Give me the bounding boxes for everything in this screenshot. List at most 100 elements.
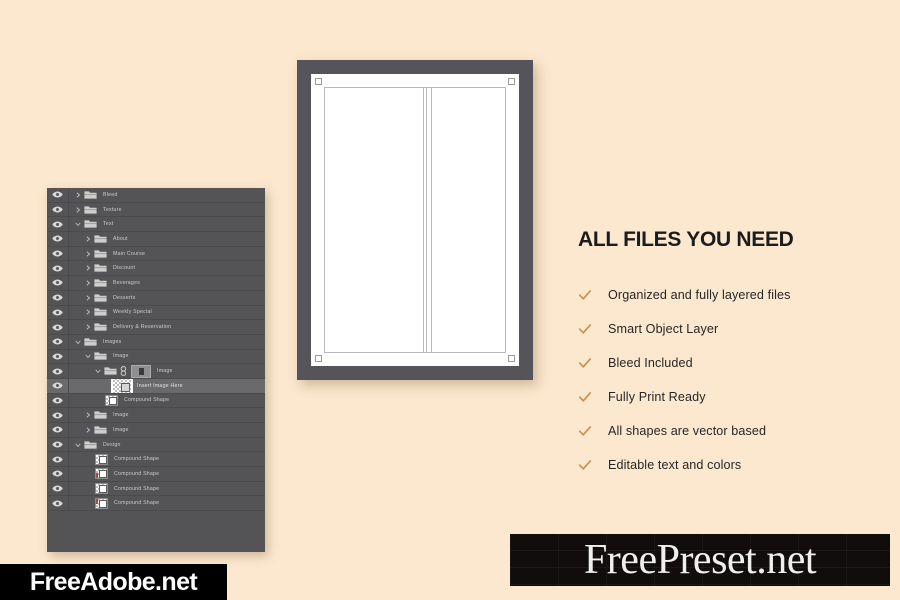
layer-row-body[interactable]: Main Course <box>69 247 265 261</box>
layer-row[interactable]: Image <box>47 423 265 438</box>
eye-icon[interactable] <box>52 235 63 242</box>
layer-row[interactable]: Image <box>47 408 265 423</box>
layer-row[interactable]: Bleed <box>47 188 265 203</box>
chevron-down-icon[interactable] <box>83 350 92 364</box>
eye-icon[interactable] <box>52 456 63 463</box>
eye-icon[interactable] <box>52 250 63 257</box>
layer-row[interactable]: Discount <box>47 261 265 277</box>
chevron-right-icon[interactable] <box>83 408 92 422</box>
layer-row-body[interactable]: Compound Shape <box>69 394 265 408</box>
layer-visibility-toggle[interactable] <box>47 261 69 276</box>
layer-row-body[interactable]: Image <box>69 408 265 422</box>
chevron-down-icon[interactable] <box>73 438 82 452</box>
layer-visibility-toggle[interactable] <box>47 217 69 232</box>
layer-row[interactable]: Delivery & Reservation <box>47 320 265 335</box>
eye-icon[interactable] <box>52 368 63 375</box>
eye-icon[interactable] <box>52 309 63 316</box>
layer-visibility-toggle[interactable] <box>47 188 69 202</box>
layer-row[interactable]: Compound Shape <box>47 393 265 409</box>
layer-visibility-toggle[interactable] <box>47 334 69 349</box>
layer-row[interactable]: Compound Shape <box>47 496 265 512</box>
layer-row-body[interactable]: Compound Shape <box>69 467 265 481</box>
layer-thumbnail-icon[interactable] <box>95 453 108 465</box>
layer-row[interactable]: Texture <box>47 202 265 218</box>
layer-row-body[interactable]: Text <box>69 217 265 231</box>
layer-visibility-toggle[interactable] <box>47 276 69 290</box>
chevron-right-icon[interactable] <box>83 291 92 305</box>
document-canvas-preview[interactable] <box>297 60 533 380</box>
layer-row-body[interactable]: Delivery & Reservation <box>69 320 265 334</box>
layer-row-body[interactable]: Compound Shape <box>69 482 265 496</box>
layer-visibility-toggle[interactable] <box>47 202 69 217</box>
chevron-right-icon[interactable] <box>83 306 92 320</box>
layer-visibility-toggle[interactable] <box>47 364 69 378</box>
eye-icon[interactable] <box>52 470 63 477</box>
layer-mask-thumbnail-icon[interactable] <box>131 364 151 378</box>
layer-row-body[interactable]: Image <box>69 364 265 378</box>
eye-icon[interactable] <box>52 294 63 301</box>
layer-thumbnail-icon[interactable] <box>95 497 108 509</box>
eye-icon[interactable] <box>52 338 63 345</box>
layer-row[interactable]: Image <box>47 349 265 365</box>
layer-visibility-toggle[interactable] <box>47 378 69 393</box>
eye-icon[interactable] <box>52 397 63 404</box>
layer-row[interactable]: Desserts <box>47 290 265 306</box>
layer-visibility-toggle[interactable] <box>47 423 69 437</box>
eye-icon[interactable] <box>52 441 63 448</box>
eye-icon[interactable] <box>52 324 63 331</box>
layer-row-body[interactable]: Desserts <box>69 291 265 305</box>
layer-visibility-toggle[interactable] <box>47 232 69 246</box>
eye-icon[interactable] <box>52 206 63 213</box>
layer-visibility-toggle[interactable] <box>47 437 69 452</box>
layer-visibility-toggle[interactable] <box>47 408 69 422</box>
layer-row[interactable]: Images <box>47 334 265 350</box>
layer-row[interactable]: Beverages <box>47 276 265 291</box>
layer-visibility-toggle[interactable] <box>47 320 69 334</box>
layer-row[interactable]: Insert Image Here <box>47 378 265 394</box>
layer-row-body[interactable]: Weekly Special <box>69 306 265 320</box>
layer-row-body[interactable]: Design <box>69 438 265 452</box>
chevron-down-icon[interactable] <box>73 335 82 349</box>
eye-icon[interactable] <box>52 221 63 228</box>
chevron-right-icon[interactable] <box>83 261 92 275</box>
layer-visibility-toggle[interactable] <box>47 246 69 261</box>
layer-thumbnail-icon[interactable] <box>95 483 108 495</box>
layer-row-body[interactable]: Image <box>69 350 265 364</box>
eye-icon[interactable] <box>52 191 63 198</box>
chevron-right-icon[interactable] <box>73 203 82 217</box>
layer-row-body[interactable]: Bleed <box>69 188 265 202</box>
layer-row-body[interactable]: About <box>69 232 265 246</box>
chevron-right-icon[interactable] <box>83 276 92 290</box>
layer-row[interactable]: Compound Shape <box>47 467 265 482</box>
layer-visibility-toggle[interactable] <box>47 496 69 511</box>
layer-row[interactable]: About <box>47 232 265 247</box>
layer-visibility-toggle[interactable] <box>47 349 69 364</box>
layer-row-body[interactable]: Texture <box>69 203 265 217</box>
eye-icon[interactable] <box>52 265 63 272</box>
chevron-right-icon[interactable] <box>83 232 92 246</box>
link-chain-icon[interactable] <box>120 366 127 376</box>
eye-icon[interactable] <box>52 353 63 360</box>
chevron-right-icon[interactable] <box>83 423 92 437</box>
layer-visibility-toggle[interactable] <box>47 452 69 467</box>
eye-icon[interactable] <box>52 485 63 492</box>
chevron-down-icon[interactable] <box>93 364 102 378</box>
chevron-right-icon[interactable] <box>73 188 82 202</box>
layer-row-body[interactable]: Compound Shape <box>69 452 265 466</box>
layer-thumbnail-icon[interactable] <box>95 468 108 480</box>
eye-icon[interactable] <box>52 279 63 286</box>
layer-row[interactable]: Image <box>47 364 265 379</box>
chevron-right-icon[interactable] <box>83 320 92 334</box>
layer-row[interactable]: Main Course <box>47 246 265 262</box>
eye-icon[interactable] <box>52 500 63 507</box>
layer-row-body[interactable]: Images <box>69 335 265 349</box>
layer-row[interactable]: Design <box>47 437 265 453</box>
chevron-right-icon[interactable] <box>83 247 92 261</box>
eye-icon[interactable] <box>52 412 63 419</box>
layer-row-body[interactable]: Image <box>69 423 265 437</box>
smart-object-thumbnail-icon[interactable] <box>111 378 133 393</box>
layer-row[interactable]: Weekly Special <box>47 305 265 321</box>
layer-row[interactable]: Compound Shape <box>47 452 265 468</box>
layer-visibility-toggle[interactable] <box>47 305 69 320</box>
layer-row-body[interactable]: Compound Shape <box>69 496 265 510</box>
